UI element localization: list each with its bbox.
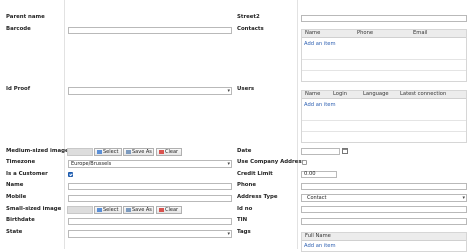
users-col-login: Login [333,91,347,97]
tags-add-item-link[interactable]: Add an item [304,243,336,249]
tin-input[interactable] [301,218,467,225]
contacts-grid: Name Phone Email Add an item [301,29,467,82]
address-type-select[interactable]: Contact ▾ [301,194,467,202]
users-col-language: Language [363,91,389,97]
id-proof-select[interactable]: ▾ [68,87,232,95]
tags-grid-header: Full Name [302,233,466,241]
column-divider-left [64,0,65,249]
clear-icon [159,207,164,212]
save-icon [126,149,131,154]
small-image-save-as-button[interactable]: Save As [123,206,154,214]
users-label: Users [237,86,255,92]
users-col-name: Name [305,91,321,97]
users-grid-header: Name Login Language Latest connection [302,91,466,99]
state-select[interactable]: ▾ [68,230,232,238]
contacts-col-phone: Phone [357,30,374,36]
contacts-col-name: Name [305,30,321,36]
barcode-input[interactable] [68,27,232,34]
tin-label: TIN [237,217,248,223]
phone-input[interactable] [301,183,467,190]
table-row [302,59,466,71]
chevron-down-icon: ▾ [462,195,465,201]
column-divider-right [297,0,298,249]
table-row [302,120,466,132]
address-type-label: Address Type [237,194,278,200]
medium-image-label: Medium-sized image [6,148,69,154]
credit-limit-label: Credit Limit [237,171,273,177]
parent-name-label: Parent name [6,14,45,20]
chevron-down-icon: ▾ [227,161,230,167]
street2-input[interactable] [301,15,467,22]
medium-image-clear-button[interactable]: Clear [156,148,182,156]
id-proof-label: Id Proof [6,86,31,92]
name-input[interactable] [68,183,232,190]
medium-image-select-button[interactable]: Select [94,148,122,156]
small-image-select-button[interactable]: Select [94,206,122,214]
use-company-address-label: Use Company Address [237,159,305,165]
state-label: State [6,229,23,235]
date-label: Date [237,148,252,154]
small-image-preview [67,206,93,214]
phone-label: Phone [237,182,256,188]
birthdate-input[interactable] [68,218,232,225]
birthdate-label: Birthdate [6,217,35,223]
contacts-add-item-link[interactable]: Add an item [304,41,336,47]
small-image-label: Small-sized image [6,206,62,212]
medium-image-preview [67,148,93,156]
folder-icon [97,207,102,212]
credit-limit-input[interactable]: 0.00 [301,171,337,178]
calendar-icon[interactable] [342,148,348,154]
is-customer-checkbox[interactable] [68,172,73,177]
chevron-down-icon: ▾ [227,88,230,94]
use-company-address-checkbox[interactable] [302,160,307,165]
users-add-item-link[interactable]: Add an item [304,102,336,108]
mobile-label: Mobile [6,194,27,200]
barcode-label: Barcode [6,26,31,32]
name-label: Name [6,182,24,188]
chevron-down-icon: ▾ [227,231,230,237]
clear-icon [159,149,164,154]
tags-label: Tags [237,229,251,235]
small-image-clear-button[interactable]: Clear [156,206,182,214]
medium-image-save-as-button[interactable]: Save As [123,148,154,156]
mobile-input[interactable] [68,195,232,202]
date-input[interactable] [301,148,340,155]
users-grid: Name Login Language Latest connection Ad… [301,90,467,143]
tags-grid: Full Name Add an item [301,232,467,252]
id-no-label: Id no [237,206,253,212]
folder-icon [97,149,102,154]
contacts-grid-header: Name Phone Email [302,30,466,38]
tags-col-full-name: Full Name [305,233,331,239]
contacts-col-email: Email [413,30,428,36]
street2-label: Street2 [237,14,260,20]
timezone-label: Timezone [6,159,36,165]
timezone-select[interactable]: Europe/Brussels ▾ [68,160,232,168]
id-no-input[interactable] [301,206,467,213]
save-icon [126,207,131,212]
users-col-latest-connection: Latest connection [400,91,447,97]
is-customer-label: Is a Customer [6,171,48,177]
contacts-label: Contacts [237,26,264,32]
